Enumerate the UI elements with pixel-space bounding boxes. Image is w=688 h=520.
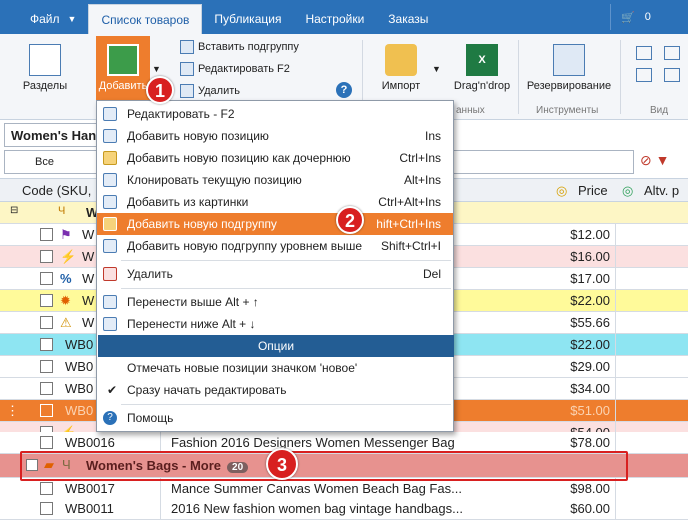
- help-icon: ?: [103, 411, 117, 425]
- add-item-icon: [107, 44, 139, 76]
- tab-orders[interactable]: Заказы: [376, 4, 440, 34]
- edit-icon: [103, 107, 117, 121]
- import-icon: [385, 44, 417, 76]
- tools-group-label: Инструменты: [536, 105, 599, 116]
- cart-button[interactable]: 🛒 0: [610, 4, 688, 30]
- flag-icon: ⚑: [60, 227, 72, 242]
- subgroup-up-icon: [103, 239, 117, 253]
- row-checkbox[interactable]: [40, 250, 53, 263]
- menu-item-mark-new[interactable]: Отмечать новые позиции значком 'новое': [97, 357, 453, 379]
- row-checkbox[interactable]: [40, 360, 53, 373]
- menu-separator: [121, 288, 451, 289]
- add-dropdown-menu: Редактировать - F2 Добавить новую позици…: [96, 100, 454, 432]
- sections-button[interactable]: Разделы: [20, 44, 70, 92]
- bolt-icon: ⚡: [60, 249, 77, 264]
- column-code[interactable]: Code (SKU,: [22, 183, 91, 198]
- cart-icon: 🛒: [621, 11, 635, 24]
- view-icon-3[interactable]: [664, 46, 680, 60]
- menu-item-edit[interactable]: Редактировать - F2: [97, 103, 453, 125]
- add-dropdown-arrow[interactable]: ▼: [152, 64, 161, 74]
- delete-icon: [103, 267, 117, 281]
- tab-file[interactable]: Файл ▼: [0, 4, 88, 34]
- menu-separator: [121, 260, 451, 261]
- subgroup-icon: [180, 40, 194, 54]
- menu-item-move-down[interactable]: Перенести ниже Alt + ↓: [97, 313, 453, 335]
- move-down-icon: [103, 317, 117, 331]
- image-icon: [103, 195, 117, 209]
- row-checkbox[interactable]: [40, 338, 53, 351]
- table-row[interactable]: WB0017 Mance Summer Canvas Women Beach Ba…: [0, 478, 688, 500]
- menu-item-start-editing[interactable]: ✔ Сразу начать редактировать: [97, 379, 453, 401]
- menu-item-add-from-image[interactable]: Добавить из картинки Ctrl+Alt+Ins: [97, 191, 453, 213]
- divider: [620, 40, 621, 114]
- row-checkbox[interactable]: [40, 404, 53, 417]
- row-checkbox[interactable]: [40, 294, 53, 307]
- highlight-box: [20, 451, 628, 481]
- row-checkbox[interactable]: [40, 502, 53, 515]
- add-icon: [103, 129, 117, 143]
- import-dropdown-arrow[interactable]: ▼: [432, 64, 441, 74]
- view-group-label: Вид: [650, 105, 669, 116]
- row-checkbox[interactable]: [40, 272, 53, 285]
- delete-button[interactable]: Удалить: [180, 82, 240, 100]
- drag-handle-icon[interactable]: ⋮: [6, 403, 19, 419]
- subgroup-icon: [103, 217, 117, 231]
- backup-icon: [553, 44, 585, 76]
- row-checkbox[interactable]: [40, 482, 53, 495]
- menu-item-add-subgroup[interactable]: Добавить новую подгруппу hift+Ctrl+Ins: [97, 213, 453, 235]
- add-child-icon: [103, 151, 117, 165]
- menu-separator: [121, 404, 451, 405]
- table-row[interactable]: WB0011 2016 New fashion women bag vintage…: [0, 498, 688, 520]
- edit-icon: [180, 62, 194, 76]
- menu-item-add-new[interactable]: Добавить новую позицию Ins: [97, 125, 453, 147]
- view-icon-2[interactable]: [636, 68, 652, 82]
- filter-clear-icon[interactable]: ⊘ ▼: [640, 152, 669, 169]
- warning-icon: ⚠: [60, 315, 72, 330]
- column-price[interactable]: Price: [578, 183, 608, 198]
- tab-product-list[interactable]: Список товаров: [88, 4, 203, 34]
- divider: [518, 40, 519, 114]
- clone-icon: [103, 173, 117, 187]
- row-checkbox[interactable]: [40, 316, 53, 329]
- view-icon-1[interactable]: [636, 46, 652, 60]
- checkmark-icon: ✔: [107, 383, 118, 397]
- tab-settings[interactable]: Настройки: [293, 4, 376, 34]
- menu-item-delete[interactable]: Удалить Del: [97, 263, 453, 285]
- row-checkbox[interactable]: [40, 436, 53, 449]
- help-icon[interactable]: ?: [336, 82, 352, 98]
- menu-item-add-child[interactable]: Добавить новую позицию как дочернюю Ctrl+…: [97, 147, 453, 169]
- row-checkbox[interactable]: [40, 382, 53, 395]
- options-header: Опции: [98, 335, 454, 357]
- percent-icon: %: [60, 271, 72, 286]
- tab-publication[interactable]: Публикация: [202, 4, 293, 34]
- import-button[interactable]: Импорт: [376, 44, 426, 92]
- excel-icon: X: [466, 44, 498, 76]
- menubar: Файл ▼ Список товаров Публикация Настройк…: [0, 0, 688, 34]
- menu-item-move-up[interactable]: Перенести выше Alt + ↑: [97, 291, 453, 313]
- add-button[interactable]: Добавить: [96, 36, 150, 102]
- step-badge-1: 1: [146, 76, 174, 104]
- edit-button[interactable]: Редактировать F2: [180, 60, 290, 78]
- menu-item-add-subgroup-above[interactable]: Добавить новую подгруппу уровнем выше Shi…: [97, 235, 453, 257]
- backup-button[interactable]: Резервирование: [524, 44, 614, 92]
- price-icon: ◎: [556, 183, 568, 198]
- sections-icon: [29, 44, 61, 76]
- step-badge-2: 2: [336, 206, 364, 234]
- view-icon-4[interactable]: [664, 68, 680, 82]
- award-icon: ✹: [60, 293, 71, 308]
- step-badge-3: 3: [266, 448, 298, 480]
- insert-subgroup-button[interactable]: Вставить подгруппу: [180, 38, 299, 56]
- column-alt-price[interactable]: Altv. p: [644, 183, 679, 198]
- row-checkbox[interactable]: [40, 228, 53, 241]
- group-expand-icon[interactable]: ⊟: [10, 205, 18, 216]
- chevron-down-icon: ▼: [67, 14, 77, 24]
- data-group-label: анных: [456, 105, 485, 116]
- menu-item-help[interactable]: ? Помощь: [97, 407, 453, 429]
- altv-price-icon: ◎: [622, 183, 634, 198]
- delete-icon: [180, 84, 194, 98]
- menu-item-clone[interactable]: Клонировать текущую позицию Alt+Ins: [97, 169, 453, 191]
- dragdrop-button[interactable]: X Drag'n'drop: [452, 44, 512, 92]
- group-icon: Ч: [58, 205, 66, 217]
- move-up-icon: [103, 295, 117, 309]
